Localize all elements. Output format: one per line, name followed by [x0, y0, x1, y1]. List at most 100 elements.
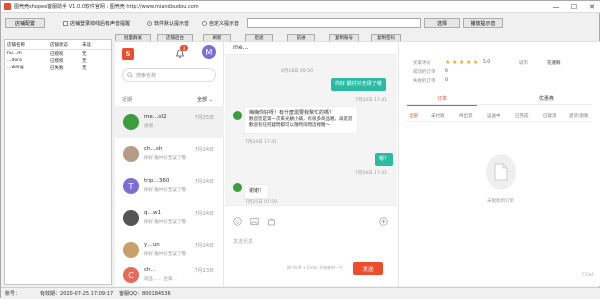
buyer-info-pane: 买家评价 ★ ★ ★ ★ ★ 5.0 城市 花蓮縣 成功的订单 0 失败的订单 …	[398, 42, 600, 286]
success-orders-label: 成功的订单	[413, 70, 436, 75]
avatar[interactable]: M	[202, 45, 216, 59]
conversation-preview: 你好 靓衬衫无误了哦	[144, 188, 186, 193]
table-row[interactable]: hu…m 已授权 无	[5, 50, 111, 57]
conversation-preview: 商品…… 台灣…	[144, 277, 177, 282]
outgoing-message: 嗯？	[375, 153, 394, 166]
star-icon: ★	[459, 59, 465, 66]
minimize-button[interactable]: —	[547, 1, 565, 13]
avatar: C	[123, 267, 139, 283]
list-item[interactable]: C ch… 7月23日 商品…… 台灣…	[115, 264, 224, 286]
list-item[interactable]: y…un 7月24日 你好 靓衬衫无误了哦	[115, 234, 224, 266]
message-timestamp: 7月24日 17:41	[355, 98, 387, 103]
default-sound-label: 软件默认提示音	[154, 21, 190, 27]
incoming-message: 嗨嗨你好呀！有什麼需要我幫忙的嗎？ 歡迎您是第一次來光顧小鋪，有很多商品喔，再逛…	[244, 106, 358, 134]
conversation-sidebar: S 3 M 搜索名称 近期 全部 ⌄ me…ol2 7月25日 谢谢 ch…sh…	[115, 42, 224, 286]
buyer-rating: 5.0	[483, 60, 491, 65]
avatar	[123, 146, 139, 162]
subtab-unpaid[interactable]: 未付款	[431, 113, 445, 119]
message-input[interactable]: 发送讯息	[233, 238, 253, 245]
star-icon: ★	[452, 59, 458, 66]
store-table-header: 店铺名称 店铺状态 未读	[5, 40, 111, 50]
custom-sound-radio[interactable]: 自定义提示音	[202, 20, 239, 27]
search-icon	[127, 72, 133, 78]
store-config-button[interactable]: 店铺配置	[5, 18, 45, 28]
conversation-name: ch…sh	[144, 146, 163, 152]
default-sound-radio[interactable]: 软件默认提示音	[147, 20, 189, 27]
subtab-return[interactable]: 退货/退款	[569, 113, 589, 119]
buyer-rating-label: 买家评价	[413, 61, 431, 66]
active-tab-underline	[407, 105, 477, 106]
shopee-logo-icon: S	[122, 48, 134, 60]
conversation-preview: 你好 靓衬衫无误了哦	[144, 220, 186, 225]
message-timestamp: 6月18日 09:50	[281, 69, 313, 74]
radio-dot[interactable]	[147, 21, 152, 26]
conversation-name: me…ol2	[144, 114, 167, 120]
table-row[interactable]: …wang 已失败 无	[5, 64, 111, 71]
list-item[interactable]: me…ol2 7月25日 谢谢	[115, 106, 224, 138]
play-sound-button[interactable]: 播放提示音	[463, 18, 503, 28]
avatar	[123, 114, 139, 130]
conversation-date: 7月24日	[194, 179, 214, 185]
tab-orders[interactable]: 订单	[437, 95, 447, 102]
col-unread: 未读	[82, 42, 91, 48]
list-item[interactable]: T trip…360 7月24日 你好 靓衬衫无误了哦	[115, 170, 224, 202]
tab-coupons[interactable]: 优惠券	[539, 95, 554, 102]
avatar	[123, 210, 139, 226]
store-name: …wang	[7, 65, 24, 70]
city-value: 花蓮縣	[547, 61, 561, 66]
select-button[interactable]: 选择	[424, 18, 460, 28]
expiry-text: 有效期：2020-07-25 17:09:17	[40, 291, 114, 297]
app-window: 图壳壳shopee客服助手 V1.0.0软件官网 : 图壳壳 http://ww…	[0, 0, 600, 299]
col-store-name: 店铺名称	[7, 42, 25, 48]
subtab-shipping[interactable]: 运送中	[487, 113, 501, 119]
message-timestamp: 7月24日 17:42	[355, 171, 387, 176]
message-list: 6月18日 09:50 你好 靓衬衫无误了哦 7月24日 17:41 嗨嗨你好呀…	[225, 55, 397, 205]
sound-path-input[interactable]	[247, 18, 421, 28]
sound-alert-checkbox[interactable]: 店铺登录掉线后有声音提醒	[63, 20, 130, 27]
send-button[interactable]: 发送	[353, 262, 383, 275]
avatar	[233, 183, 242, 192]
emoji-icon[interactable]	[233, 217, 242, 226]
radio-dot[interactable]	[202, 21, 207, 26]
checkbox-box[interactable]	[63, 21, 68, 26]
subtab-all[interactable]: 全部	[409, 113, 418, 119]
list-item[interactable]: q…w1 7月24日 你好 靓衬衫无误了哦	[115, 202, 224, 234]
subtab-completed[interactable]: 已完成	[515, 113, 529, 119]
subtab-cancelled[interactable]: 已取消	[543, 113, 557, 119]
chat-pane: me… 6月18日 09:50 你好 靓衬衫无误了哦 7月24日 17:41 嗨…	[225, 42, 397, 286]
top-toolbar: 店铺配置 店铺登录掉线后有声音提醒 软件默认提示音 自定义提示音 选择 播放提示…	[1, 14, 600, 32]
search-placeholder: 搜索名称	[136, 72, 157, 79]
shopee-chat: S 3 M 搜索名称 近期 全部 ⌄ me…ol2 7月25日 谢谢 ch…sh…	[115, 41, 600, 286]
list-item[interactable]: ch…sh 7月24日 你好 靓衬衫无误了哦	[115, 138, 224, 170]
conversation-date: 7月25日	[194, 115, 214, 121]
conversation-name: q…w1	[144, 210, 161, 216]
order-status-tabs: 全部 未付款 待出货 运送中 已完成 已取消 退货/退款	[407, 113, 592, 122]
maximize-button[interactable]: ☐	[565, 1, 583, 13]
city-label: 城市	[519, 61, 528, 66]
message-timestamp: 7月24日 17:41	[245, 140, 277, 145]
window-title: 图壳壳shopee客服助手 V1.0.0软件官网 : 图壳壳 http://ww…	[14, 4, 199, 10]
chat-watermark: Chat	[582, 272, 594, 278]
empty-orders-text: 未能找到订单	[487, 199, 514, 204]
avatar: T	[123, 178, 139, 194]
app-logo-icon	[4, 3, 11, 10]
sound-alert-label: 店铺登录掉线后有声音提醒	[70, 21, 131, 27]
subtab-to-ship[interactable]: 待出货	[459, 113, 473, 119]
status-bar: 账号： 有效期：2020-07-25 17:09:17 客服QQ：8001845…	[1, 287, 600, 299]
store-name: hu…m	[7, 51, 22, 56]
search-input[interactable]: 搜索名称	[122, 68, 216, 82]
close-button[interactable]: ✕	[583, 1, 600, 13]
conversation-date: 7月24日	[194, 211, 214, 217]
image-icon[interactable]	[250, 217, 259, 226]
store-table: 店铺名称 店铺状态 未读 hu…m 已授权 无 …dora 已授权 无 …wan…	[4, 39, 112, 285]
window-controls: — ☐ ✕	[547, 1, 600, 13]
table-row[interactable]: …dora 已授权 无	[5, 57, 111, 64]
add-icon[interactable]	[379, 217, 388, 226]
product-icon[interactable]	[267, 217, 276, 226]
message-line: 歡迎有任何疑問都可以隨時詢問這裡喔～	[249, 123, 330, 128]
conversation-preview: 你好 靓衬衫无误了哦	[144, 252, 186, 257]
filter-dropdown[interactable]: 全部 ⌄	[197, 96, 213, 103]
store-unread: 无	[82, 58, 87, 64]
info-tabs: 订单 优惠券	[407, 95, 592, 106]
store-status: 已授权	[50, 58, 64, 64]
